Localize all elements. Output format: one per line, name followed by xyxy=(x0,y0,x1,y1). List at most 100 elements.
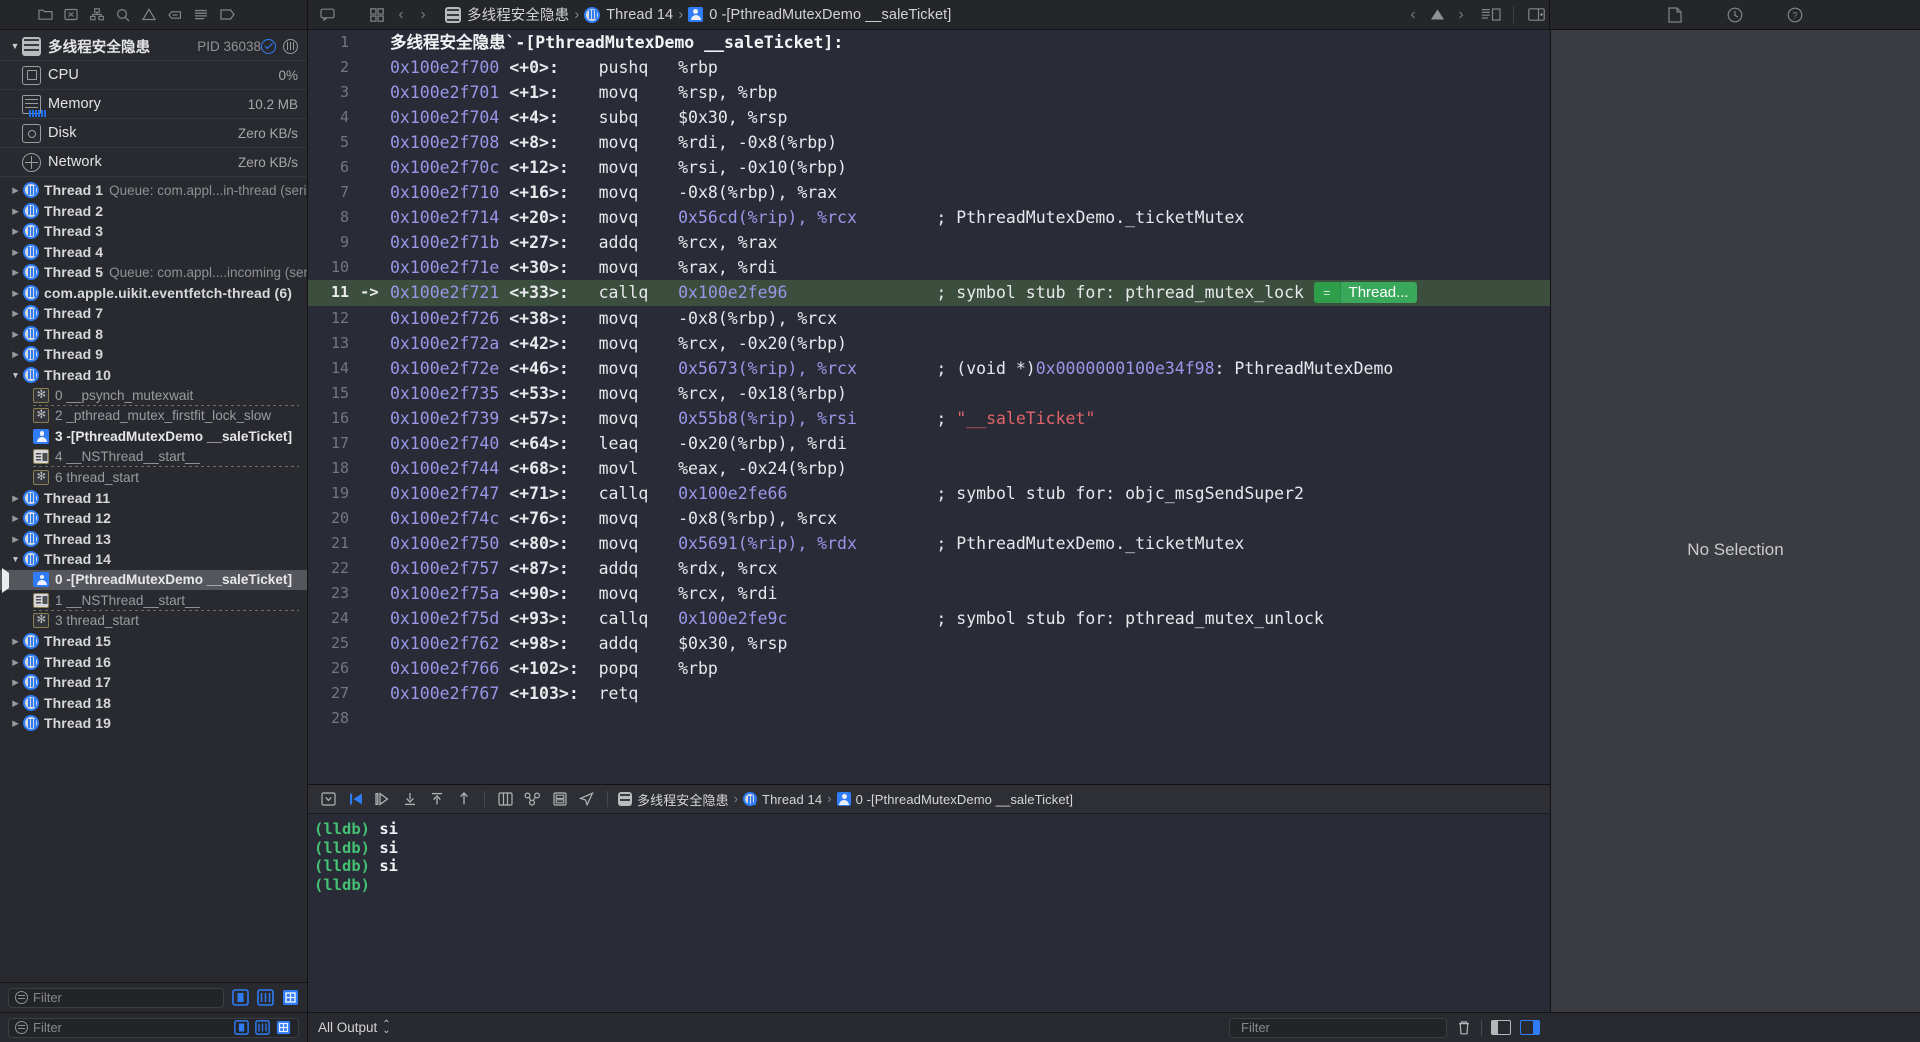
thread-row[interactable]: ▶ Thread 4 xyxy=(0,242,307,263)
disclosure-triangle-closed-icon[interactable]: ▶ xyxy=(8,637,23,646)
breadcrumb-item-frame[interactable]: 0 -[PthreadMutexDemo __saleTicket] xyxy=(685,7,954,23)
thread-row[interactable]: ▶ Thread 1 Queue: com.appl...in-thread (se… xyxy=(0,180,307,201)
assembly-line[interactable]: 13 0x100e2f72a <+42>: movq %rcx, -0x20(%r… xyxy=(308,331,1550,356)
clear-console-icon[interactable] xyxy=(1456,1020,1472,1036)
disclosure-triangle-closed-icon[interactable]: ▶ xyxy=(8,329,23,339)
status-navigator-filter[interactable]: Filter xyxy=(8,1017,299,1038)
stack-frame-row[interactable]: 4 __NSThread__start__ xyxy=(0,447,307,467)
disclosure-triangle-closed-icon[interactable]: ▶ xyxy=(8,247,23,257)
show-only-queues-icon[interactable] xyxy=(253,1019,271,1037)
disclosure-triangle-closed-icon[interactable]: ▶ xyxy=(8,719,23,728)
assembly-line[interactable]: 2 0x100e2f700 <+0>: pushq %rbp xyxy=(308,55,1550,80)
thread-row[interactable]: ▶ Thread 8 xyxy=(0,324,307,345)
assembly-line[interactable]: 4 0x100e2f704 <+4>: subq $0x30, %rsp xyxy=(308,105,1550,130)
view-hierarchy-icon[interactable] xyxy=(492,788,519,810)
thread-row[interactable]: ▶ Thread 7 xyxy=(0,303,307,324)
disclosure-triangle-closed-icon[interactable]: ▶ xyxy=(8,309,23,318)
show-only-crashed-icon[interactable] xyxy=(232,1019,250,1037)
hide-debug-area-icon[interactable] xyxy=(315,788,342,810)
history-clock-icon[interactable] xyxy=(1722,4,1748,26)
debug-breadcrumb-item-frame[interactable]: 0 -[PthreadMutexDemo __saleTicket] xyxy=(834,792,1077,807)
stack-frame-row[interactable]: 1 __NSThread__start__ xyxy=(0,590,307,611)
step-out-icon[interactable] xyxy=(423,788,450,810)
thread-row[interactable]: ▶ Thread 16 xyxy=(0,652,307,673)
disclosure-triangle-closed-icon[interactable]: ▶ xyxy=(8,534,23,544)
assembly-line[interactable]: 28 xyxy=(308,706,1550,731)
debug-breadcrumb-item-thread[interactable]: Thread 14 xyxy=(740,792,825,807)
thread-row[interactable]: ▼ Thread 14 xyxy=(0,549,307,570)
gauge-row-cpu[interactable]: CPU 0% xyxy=(0,61,307,90)
disclosure-triangle-closed-icon[interactable]: ▶ xyxy=(8,227,23,236)
thread-row[interactable]: ▶ Thread 12 xyxy=(0,508,307,529)
related-items-icon[interactable] xyxy=(364,4,390,26)
source-control-icon[interactable] xyxy=(58,4,84,26)
show-variables-view-icon[interactable] xyxy=(1491,1020,1511,1035)
step-into-icon[interactable] xyxy=(396,788,423,810)
thread-row[interactable]: ▶ com.apple.uikit.eventfetch-thread (6) xyxy=(0,283,307,304)
thread-row[interactable]: ▶ Thread 15 xyxy=(0,631,307,652)
assembly-line[interactable]: 11 -> 0x100e2f721 <+33>: callq 0x100e2fe96… xyxy=(308,280,1550,306)
thread-row[interactable]: ▶ Thread 13 xyxy=(0,529,307,550)
disclosure-triangle-closed-icon[interactable]: ▶ xyxy=(8,493,23,503)
assembly-line[interactable]: 6 0x100e2f70c <+12>: movq %rsi, -0x10(%rb… xyxy=(308,155,1550,180)
assembly-line[interactable]: 17 0x100e2f740 <+64>: leaq -0x20(%rbp), %… xyxy=(308,431,1550,456)
breakpoint-icon[interactable] xyxy=(162,4,188,26)
assembly-line[interactable]: 9 0x100e2f71b <+27>: addq %rcx, %rax xyxy=(308,230,1550,255)
disclosure-triangle-closed-icon[interactable]: ▶ xyxy=(8,698,23,708)
inspector-toggle-icon[interactable] xyxy=(1523,4,1549,26)
warning-icon[interactable] xyxy=(136,4,162,26)
stack-frame-row[interactable]: 3 -[PthreadMutexDemo __saleTicket] xyxy=(0,426,307,447)
assembly-line[interactable]: 19 0x100e2f747 <+71>: callq 0x100e2fe66 ;… xyxy=(308,481,1550,506)
assembly-line[interactable]: 8 0x100e2f714 <+20>: movq 0x56cd(%rip), %… xyxy=(308,205,1550,230)
thread-row[interactable]: ▶ Thread 17 xyxy=(0,672,307,693)
next-issue-chevron-icon[interactable]: › xyxy=(1450,6,1472,24)
thread-row[interactable]: ▶ Thread 18 xyxy=(0,693,307,714)
environment-overrides-icon[interactable] xyxy=(546,788,573,810)
gauge-row-network[interactable]: Network Zero KB/s xyxy=(0,148,307,177)
process-row[interactable]: ▼ 多线程安全隐患 PID 36038 xyxy=(0,32,307,61)
help-question-icon[interactable]: ? xyxy=(1782,4,1808,26)
assembly-line[interactable]: 25 0x100e2f762 <+98>: addq $0x30, %rsp xyxy=(308,631,1550,656)
show-only-user-frames-icon[interactable] xyxy=(274,1019,292,1037)
thread-hint-badge[interactable]: = Thread... xyxy=(1313,282,1417,304)
assembly-line[interactable]: 21 0x100e2f750 <+80>: movq 0x5691(%rip), … xyxy=(308,531,1550,556)
stack-frame-row[interactable]: 0 -[PthreadMutexDemo __saleTicket] xyxy=(0,567,307,593)
debug-navigator-list[interactable]: ▼ 多线程安全隐患 PID 36038 CPU 0% Memory 10.2 M… xyxy=(0,30,307,982)
assembly-line[interactable]: 12 0x100e2f726 <+38>: movq -0x8(%rbp), %r… xyxy=(308,306,1550,331)
assembly-line[interactable]: 24 0x100e2f75d <+93>: callq 0x100e2fe9c ;… xyxy=(308,606,1550,631)
assembly-editor[interactable]: 1 多线程安全隐患`-[PthreadMutexDemo __saleTicket… xyxy=(308,30,1550,784)
assembly-line[interactable]: 27 0x100e2f767 <+103>: retq xyxy=(308,681,1550,706)
disclosure-triangle-closed-icon[interactable]: ▶ xyxy=(8,288,23,298)
assembly-line[interactable]: 10 0x100e2f71e <+30>: movq %rax, %rdi xyxy=(308,255,1550,280)
back-chevron-icon[interactable]: ‹ xyxy=(390,6,412,24)
assembly-line[interactable]: 18 0x100e2f744 <+68>: movl %eax, -0x24(%r… xyxy=(308,456,1550,481)
disclosure-triangle-open-icon[interactable]: ▼ xyxy=(8,370,23,380)
assembly-line[interactable]: 14 0x100e2f72e <+46>: movq 0x5673(%rip), … xyxy=(308,356,1550,381)
folder-icon[interactable] xyxy=(32,4,58,26)
disclosure-triangle-closed-icon[interactable]: ▶ xyxy=(8,678,23,687)
stack-frame-row[interactable]: 0 __psynch_mutexwait xyxy=(0,385,307,406)
assembly-line[interactable]: 23 0x100e2f75a <+90>: movq %rcx, %rdi xyxy=(308,581,1550,606)
gauge-row-memory[interactable]: Memory 10.2 MB xyxy=(0,90,307,119)
assistant-editor-icon[interactable] xyxy=(1478,4,1504,26)
disclosure-triangle-closed-icon[interactable]: ▶ xyxy=(8,268,23,277)
thread-row[interactable]: ▶ Thread 19 xyxy=(0,713,307,734)
stack-frame-row[interactable]: 3 thread_start xyxy=(0,611,307,632)
thread-row[interactable]: ▶ Thread 9 xyxy=(0,344,307,365)
disclosure-triangle-open-icon[interactable]: ▼ xyxy=(8,555,23,564)
breadcrumb-item-project[interactable]: 多线程安全隐患 xyxy=(442,4,572,25)
assembly-line[interactable]: 5 0x100e2f708 <+8>: movq %rdi, -0x8(%rbp) xyxy=(308,130,1550,155)
stack-frame-row[interactable]: 6 thread_start xyxy=(0,467,307,488)
hierarchy-icon[interactable] xyxy=(84,4,110,26)
lldb-console[interactable]: (lldb) si (lldb) si (lldb) si (lldb) xyxy=(308,814,1550,1012)
disclosure-triangle-closed-icon[interactable]: ▶ xyxy=(8,657,23,667)
simulate-location-icon[interactable] xyxy=(573,788,600,810)
report-icon[interactable] xyxy=(188,4,214,26)
show-console-view-icon[interactable] xyxy=(1520,1020,1540,1035)
continue-icon[interactable] xyxy=(342,788,369,810)
forward-chevron-icon[interactable]: › xyxy=(412,6,434,24)
gauge-row-disk[interactable]: Disk Zero KB/s xyxy=(0,119,307,148)
thread-row[interactable]: ▶ Thread 11 xyxy=(0,488,307,509)
assembly-line[interactable]: 16 0x100e2f739 <+57>: movq 0x55b8(%rip), … xyxy=(308,406,1550,431)
assembly-line[interactable]: 20 0x100e2f74c <+76>: movq -0x8(%rbp), %r… xyxy=(308,506,1550,531)
